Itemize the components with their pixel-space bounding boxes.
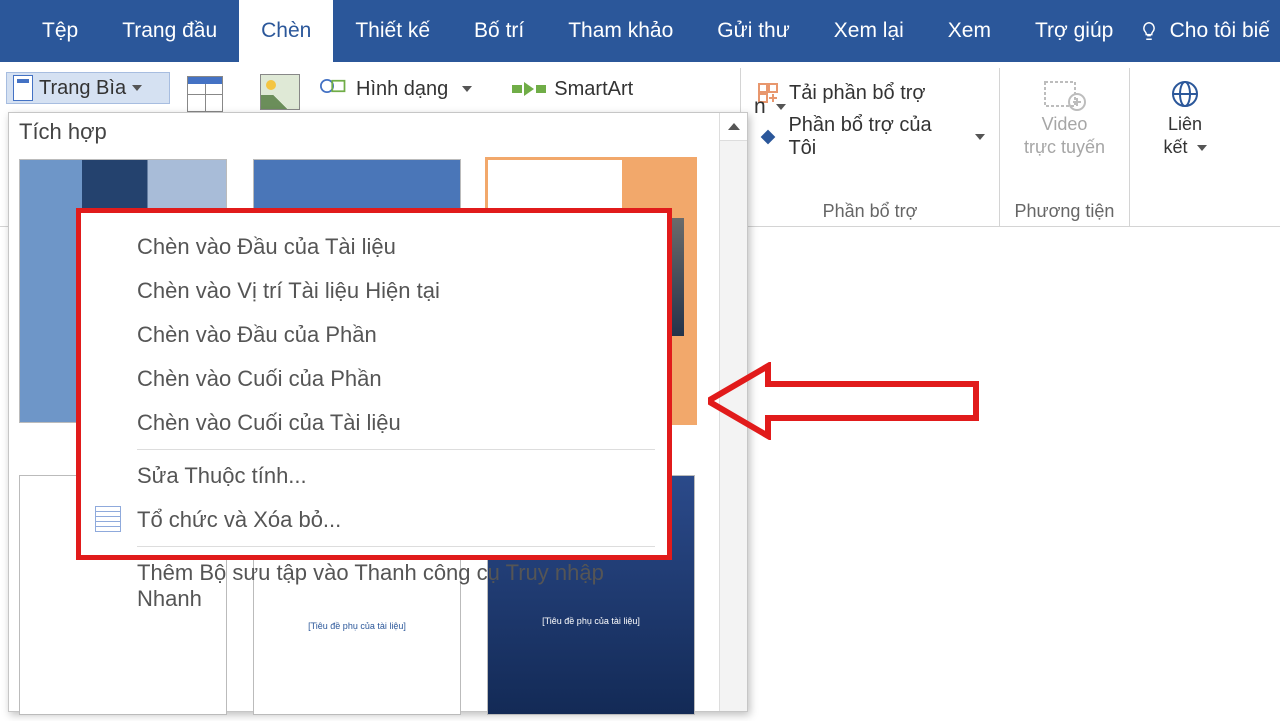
menu-insert-end-doc[interactable]: Chèn vào Cuối của Tài liệu [81, 401, 667, 445]
table-icon[interactable] [187, 76, 223, 112]
shapes-icon [320, 74, 348, 104]
menu-organize-delete[interactable]: Tổ chức và Xóa bỏ... [81, 498, 667, 542]
group-media: Video trực tuyến Phương tiện [1000, 68, 1130, 226]
link-icon [1167, 76, 1203, 112]
menu-edit-properties[interactable]: Sửa Thuộc tính... [81, 454, 667, 498]
tab-design[interactable]: Thiết kế [333, 0, 452, 62]
menu-organize-label: Tổ chức và Xóa bỏ... [137, 507, 341, 532]
tab-home[interactable]: Trang đầu [100, 0, 239, 62]
gallery-section-label: Tích hợp [9, 113, 747, 153]
my-addins-label: Phần bổ trợ của Tôi [788, 114, 961, 160]
tab-mailings[interactable]: Gửi thư [695, 0, 811, 62]
tell-me[interactable]: Cho tôi biế [1138, 0, 1280, 62]
group-links: Liên kết [1130, 68, 1240, 226]
link-button[interactable]: Liên kết [1163, 76, 1206, 158]
context-menu: Chèn vào Đầu của Tài liệu Chèn vào Vị tr… [76, 208, 672, 560]
menu-insert-current-pos[interactable]: Chèn vào Vị trí Tài liệu Hiện tại [81, 269, 667, 313]
lightbulb-icon [1138, 18, 1160, 44]
tab-file[interactable]: Tệp [20, 0, 100, 62]
tab-insert[interactable]: Chèn [239, 0, 333, 62]
group-addins: Tải phần bổ trợ Phần bổ trợ của Tôi Phần… [740, 68, 1000, 226]
smartart-button[interactable]: SmartArt [512, 74, 633, 104]
video-label1: Video [1042, 114, 1088, 135]
chevron-down-icon [1197, 145, 1207, 151]
ribbon-tabs: Tệp Trang đầu Chèn Thiết kế Bố trí Tham … [0, 0, 1280, 62]
menu-insert-begin-doc[interactable]: Chèn vào Đầu của Tài liệu [81, 225, 667, 269]
video-icon [1043, 76, 1087, 112]
link-label2: kết [1163, 137, 1187, 158]
chevron-down-icon [462, 86, 472, 92]
pictures-icon[interactable] [260, 74, 300, 110]
get-addins-label: Tải phần bổ trợ [789, 82, 926, 105]
arrow-up-icon [728, 123, 740, 130]
my-addins-button[interactable]: Phần bổ trợ của Tôi [755, 114, 985, 160]
shapes-label: Hình dạng [356, 78, 448, 101]
cover-page-button[interactable]: Trang Bìa [6, 72, 170, 104]
tab-layout[interactable]: Bố trí [452, 0, 546, 62]
partial-letter: n [754, 95, 766, 119]
scroll-up-button[interactable] [720, 113, 747, 141]
partial-dropdown[interactable]: n [754, 95, 786, 119]
menu-insert-end-section[interactable]: Chèn vào Cuối của Phần [81, 357, 667, 401]
addins-icon [755, 124, 780, 150]
group-label-media: Phương tiện [1000, 201, 1129, 222]
tab-help[interactable]: Trợ giúp [1013, 0, 1135, 62]
menu-separator [137, 449, 655, 450]
tab-view[interactable]: Xem [926, 0, 1013, 62]
annotation-arrow [708, 362, 980, 440]
menu-add-to-qat[interactable]: Thêm Bộ sưu tập vào Thanh công cụ Truy n… [81, 551, 667, 621]
thumb5-subtitle: [Tiêu đề phụ của tài liệu] [254, 621, 460, 631]
chevron-down-icon [776, 104, 786, 110]
smartart-label: SmartArt [554, 78, 633, 101]
cover-page-label: Trang Bìa [39, 77, 126, 100]
chevron-down-icon [132, 85, 142, 91]
organize-icon [95, 506, 121, 532]
video-label2: trực tuyến [1024, 137, 1105, 158]
link-label1: Liên [1168, 114, 1202, 135]
shapes-button[interactable]: Hình dạng [320, 74, 472, 104]
tab-review[interactable]: Xem lại [812, 0, 926, 62]
page-icon [13, 75, 33, 101]
menu-separator [137, 546, 655, 547]
group-label-addins: Phần bổ trợ [741, 201, 999, 222]
tell-me-label: Cho tôi biế [1170, 19, 1270, 43]
online-video-button: Video trực tuyến [1024, 76, 1105, 158]
menu-insert-begin-section[interactable]: Chèn vào Đầu của Phần [81, 313, 667, 357]
smartart-icon [512, 78, 546, 100]
tab-references[interactable]: Tham khảo [546, 0, 695, 62]
chevron-down-icon [975, 134, 985, 140]
